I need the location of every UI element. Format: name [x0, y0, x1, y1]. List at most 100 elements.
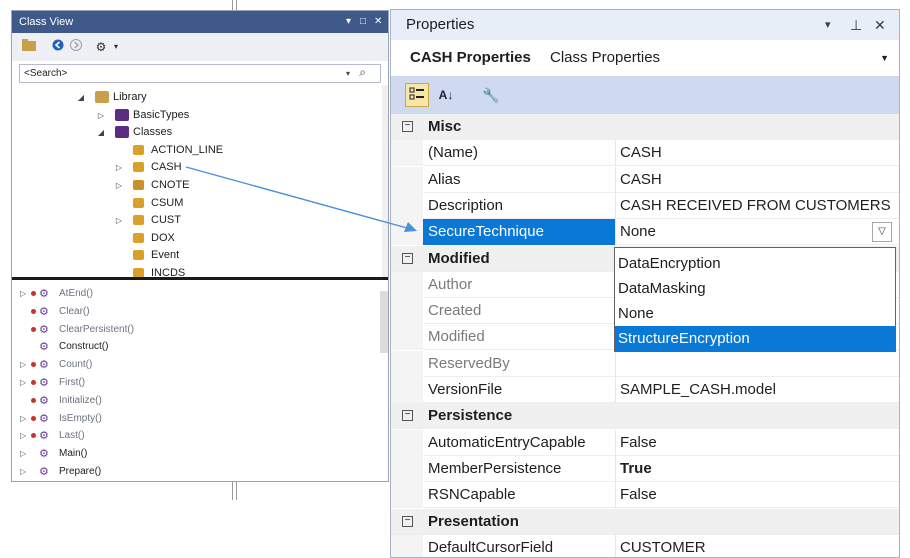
close-icon[interactable]: ✕ [374, 11, 382, 33]
property-value[interactable]: False [620, 430, 657, 456]
private-dot-icon [31, 291, 36, 296]
expand-icon[interactable]: ▷ [20, 285, 26, 303]
tree-node[interactable]: ▷ CNOTE [12, 177, 380, 194]
category-header[interactable]: − Persistence [391, 403, 899, 430]
property-row[interactable]: AutomaticEntryCapable False [391, 429, 899, 456]
pin-icon[interactable]: ⊥ [850, 10, 862, 40]
tree-node[interactable]: ▷ CASH [12, 159, 380, 176]
property-row[interactable]: RSNCapable False [391, 482, 899, 509]
expand-icon[interactable]: ▷ [114, 159, 124, 176]
method-icon: ⚙ [39, 305, 49, 318]
class-view-window: Class View ▾ □ ✕ ⚙ ▾ <Search> ▾ ⌕ ◢ Libra… [11, 10, 389, 482]
expand-icon[interactable]: ▷ [20, 445, 26, 463]
maximize-icon[interactable]: □ [360, 11, 366, 33]
tree-scrollbar[interactable] [382, 85, 388, 277]
row-gutter [391, 429, 423, 456]
collapse-icon[interactable]: ◢ [96, 124, 106, 141]
tree-node[interactable]: DOX [12, 230, 380, 247]
private-dot-icon [31, 415, 36, 421]
member-item[interactable]: ▷ ⚙ Count() [12, 356, 378, 374]
dropdown-option[interactable]: None [615, 301, 895, 326]
member-item[interactable]: ⚙ Construct() [12, 338, 378, 356]
expand-icon[interactable]: ▷ [20, 410, 26, 428]
property-row[interactable]: Description CASH RECEIVED FROM CUSTOMERS [391, 192, 899, 219]
window-position-icon[interactable]: ▾ [825, 10, 831, 40]
tree-node[interactable]: CSUM [12, 195, 380, 212]
member-item[interactable]: ▷ ⚙ Main() [12, 445, 378, 463]
forward-icon[interactable] [68, 39, 84, 55]
property-row[interactable]: VersionFile SAMPLE_CASH.model [391, 377, 899, 403]
member-item[interactable]: ▷ ⚙ Prepare() [12, 463, 378, 481]
chevron-down-icon[interactable]: ▾ [108, 39, 124, 55]
member-item[interactable]: ▷ ⚙ AtEnd() [12, 285, 378, 303]
property-value[interactable]: True [620, 456, 652, 482]
collapse-icon[interactable]: − [402, 515, 413, 527]
property-row[interactable]: DefaultCursorField CUSTOMER [391, 534, 899, 557]
window-position-icon[interactable]: ▾ [346, 11, 351, 33]
settings-folder-icon[interactable] [21, 39, 37, 55]
back-icon[interactable] [50, 39, 66, 55]
column-divider [615, 350, 616, 377]
expand-icon[interactable]: ▷ [114, 212, 124, 229]
tree-node[interactable]: ◢ Library [12, 89, 380, 106]
wrench-icon[interactable]: 🔧 [479, 83, 503, 107]
member-item[interactable]: ▷ ⚙ Last() [12, 427, 378, 445]
tree-node[interactable]: Event [12, 247, 380, 264]
secure-technique-dropdown-list[interactable]: DataEncryption DataMasking None StructureEn… [614, 247, 896, 352]
class-view-search-box[interactable]: <Search> ▾ ⌕ [19, 64, 381, 83]
object-selector[interactable]: CASH Properties Class Properties ▼ [391, 40, 899, 76]
expand-icon[interactable]: ▷ [20, 356, 26, 374]
expand-icon[interactable]: ▷ [20, 463, 26, 481]
close-icon[interactable]: ✕ [874, 10, 886, 40]
property-row[interactable]: ReservedBy [391, 350, 899, 377]
property-value[interactable]: CASH RECEIVED FROM CUSTOMERS [620, 193, 891, 219]
expand-icon[interactable]: ▷ [96, 107, 106, 124]
collapse-icon[interactable]: − [402, 252, 413, 264]
member-item[interactable]: ▷ ⚙ First() [12, 374, 378, 392]
member-item[interactable]: ⚙ Clear() [12, 303, 378, 321]
member-item[interactable]: ⚙ ClearPersistent() [12, 321, 378, 339]
tree-node[interactable]: ◢ Classes [12, 124, 380, 141]
dropdown-option[interactable]: DataMasking [615, 276, 895, 301]
gear-icon[interactable]: ⚙ [93, 39, 109, 55]
property-row[interactable]: Alias CASH [391, 166, 899, 193]
categorized-icon[interactable] [405, 83, 429, 107]
dropdown-chevron-icon[interactable]: ▽ [872, 222, 892, 243]
collapse-icon[interactable]: − [402, 410, 413, 422]
chevron-down-icon[interactable]: ▼ [880, 40, 889, 76]
property-name: Alias [428, 170, 461, 188]
dropdown-option[interactable]: DataEncryption [615, 251, 895, 276]
member-label: ClearPersistent() [59, 323, 135, 335]
category-header[interactable]: − Presentation [391, 508, 899, 535]
expand-icon[interactable]: ▷ [114, 177, 124, 194]
dropdown-option[interactable]: StructureEncryption [615, 326, 895, 351]
property-value[interactable]: SAMPLE_CASH.model [620, 377, 776, 403]
property-row[interactable]: MemberPersistence True [391, 455, 899, 482]
property-value[interactable]: CUSTOMER [620, 535, 706, 557]
search-input[interactable]: <Search> [24, 65, 67, 82]
method-icon: ⚙ [39, 323, 49, 336]
tree-node[interactable]: ▷ BasicTypes [12, 107, 380, 124]
search-icon[interactable]: ⌕ [359, 64, 366, 81]
collapse-icon[interactable]: − [402, 121, 413, 132]
tree-node[interactable]: ▷ CUST [12, 212, 380, 229]
expand-icon[interactable]: ▷ [20, 374, 26, 392]
member-item[interactable]: ▷ ⚙ IsEmpty() [12, 410, 378, 428]
member-item[interactable]: ⚙ Initialize() [12, 392, 378, 410]
expand-icon[interactable]: ▷ [20, 427, 26, 445]
property-value[interactable]: False [620, 482, 657, 508]
category-header[interactable]: − Misc [391, 114, 899, 140]
tree-node[interactable]: ACTION_LINE [12, 142, 380, 159]
property-value[interactable]: CASH [620, 167, 662, 193]
collapse-icon[interactable]: ◢ [76, 89, 86, 106]
sort-alphabetical-icon[interactable]: A↓ [434, 83, 458, 107]
property-value[interactable]: None [620, 219, 656, 245]
search-dropdown-icon[interactable]: ▾ [346, 65, 350, 82]
property-row[interactable]: (Name) CASH [391, 140, 899, 167]
private-dot-icon [31, 433, 36, 439]
method-icon: ⚙ [39, 430, 49, 443]
member-scrollbar-thumb[interactable] [380, 291, 388, 353]
property-row[interactable]: SecureTechnique None ▽ [391, 219, 899, 246]
private-dot-icon [31, 362, 36, 368]
property-value[interactable]: CASH [620, 140, 662, 166]
